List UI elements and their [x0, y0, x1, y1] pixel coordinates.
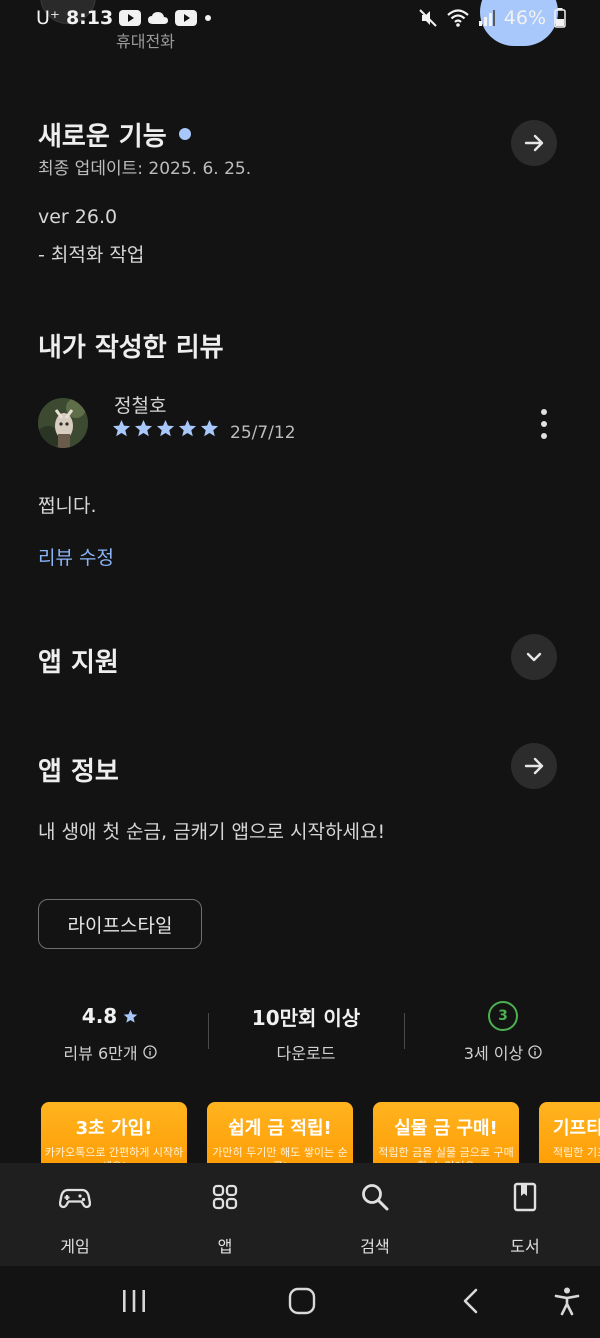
- youtube-icon: [175, 10, 198, 26]
- promo-subtitle: 적립한 기프티콘: [553, 1146, 600, 1159]
- age-rating-label: 3세 이상: [463, 1044, 524, 1063]
- reviewer-name: 정철호: [114, 395, 167, 417]
- back-icon[interactable]: [460, 1287, 482, 1315]
- promo-title: 기프티: [553, 1118, 600, 1139]
- app-info-title[interactable]: 앱 정보: [38, 751, 119, 788]
- battery-percent: 46%: [503, 7, 546, 29]
- star-icon: [134, 419, 153, 437]
- book-icon: [513, 1182, 537, 1212]
- status-bar: U⁺ 8:13 46%: [0, 0, 600, 40]
- bottom-navigation: 게임 앱 검색 도서: [0, 1163, 600, 1266]
- more-options-button[interactable]: [532, 406, 556, 442]
- more-dot: [541, 433, 547, 439]
- chevron-down-icon: [526, 652, 542, 662]
- accessibility-icon[interactable]: [553, 1286, 581, 1316]
- nav-label-books: 도서: [510, 1237, 540, 1256]
- version-text: ver 26.0: [38, 206, 118, 228]
- system-navigation-bar: [0, 1266, 600, 1338]
- new-indicator-dot: [178, 127, 191, 140]
- downloads-value: 10만회 이상: [251, 1005, 361, 1030]
- app-info-arrow-button[interactable]: [511, 743, 557, 789]
- rating-stat[interactable]: 4.8 리뷰 6만개: [40, 1000, 180, 1064]
- rating-stars: [112, 419, 219, 438]
- arrow-right-icon: [524, 757, 544, 775]
- home-icon[interactable]: [288, 1287, 316, 1315]
- signal-icon: [478, 10, 495, 26]
- release-note: - 최적화 작업: [38, 244, 145, 266]
- nav-label-apps: 앱: [217, 1237, 233, 1256]
- star-icon: [112, 419, 131, 437]
- star-icon: [123, 1009, 138, 1023]
- nav-item-games[interactable]: 게임: [25, 1181, 125, 1257]
- promo-title: 3초 가입!: [75, 1118, 153, 1139]
- reviewer-avatar: [38, 398, 88, 448]
- nav-item-books[interactable]: 도서: [475, 1181, 575, 1257]
- nav-item-apps[interactable]: 앱: [175, 1181, 275, 1257]
- downloads-label: 다운로드: [276, 1044, 336, 1063]
- nav-label-games: 게임: [60, 1237, 90, 1256]
- star-icon: [156, 419, 175, 437]
- promo-title: 쉽게 금 적립!: [228, 1118, 332, 1139]
- more-dot: [541, 409, 547, 415]
- my-review-title: 내가 작성한 리뷰: [38, 333, 224, 363]
- app-description: 내 생애 첫 순금, 금캐기 앱으로 시작하세요!: [38, 821, 386, 843]
- info-icon: [142, 1045, 157, 1059]
- app-support-expand-button[interactable]: [511, 634, 557, 680]
- review-text: 쩝니다.: [38, 495, 97, 517]
- downloads-stat: 10만회 이상 다운로드: [226, 1000, 386, 1064]
- nav-item-search[interactable]: 검색: [325, 1181, 425, 1257]
- youtube-icon: [119, 10, 142, 26]
- carrier-label: U⁺: [36, 7, 60, 29]
- star-icon: [178, 419, 197, 437]
- whats-new-title: 새로운 기능: [38, 116, 191, 153]
- age-rating-stat[interactable]: 3 3세 이상: [430, 1000, 576, 1064]
- more-dot: [541, 421, 547, 427]
- gamepad-icon: [59, 1188, 91, 1209]
- wifi-icon: [447, 9, 469, 27]
- star-icon: [200, 419, 219, 437]
- review-date: 25/7/12: [230, 423, 296, 443]
- clock: 8:13: [65, 7, 114, 29]
- stat-divider: [404, 1013, 405, 1049]
- rating-value: 4.8: [81, 1004, 118, 1028]
- whats-new-arrow-button[interactable]: [511, 120, 557, 166]
- category-chip[interactable]: 라이프스타일: [38, 899, 202, 949]
- search-icon: [362, 1184, 389, 1211]
- info-icon: [528, 1045, 542, 1059]
- cloud-icon: [148, 12, 169, 24]
- battery-icon: [554, 8, 566, 28]
- notification-dot-icon: [205, 15, 212, 21]
- apps-grid-icon: [212, 1184, 238, 1210]
- app-support-title[interactable]: 앱 지원: [38, 642, 119, 679]
- last-updated: 최종 업데이트: 2025. 6. 25.: [38, 159, 252, 179]
- stat-divider: [208, 1013, 209, 1049]
- promo-title: 실물 금 구매!: [394, 1118, 498, 1139]
- review-count: 리뷰 6만개: [63, 1044, 138, 1063]
- recent-apps-icon[interactable]: [120, 1288, 148, 1314]
- arrow-right-icon: [524, 134, 544, 152]
- age-rating-badge: 3: [488, 1001, 518, 1031]
- mute-icon: [419, 9, 437, 27]
- edit-review-link[interactable]: 리뷰 수정: [38, 543, 114, 570]
- nav-label-search: 검색: [360, 1237, 390, 1256]
